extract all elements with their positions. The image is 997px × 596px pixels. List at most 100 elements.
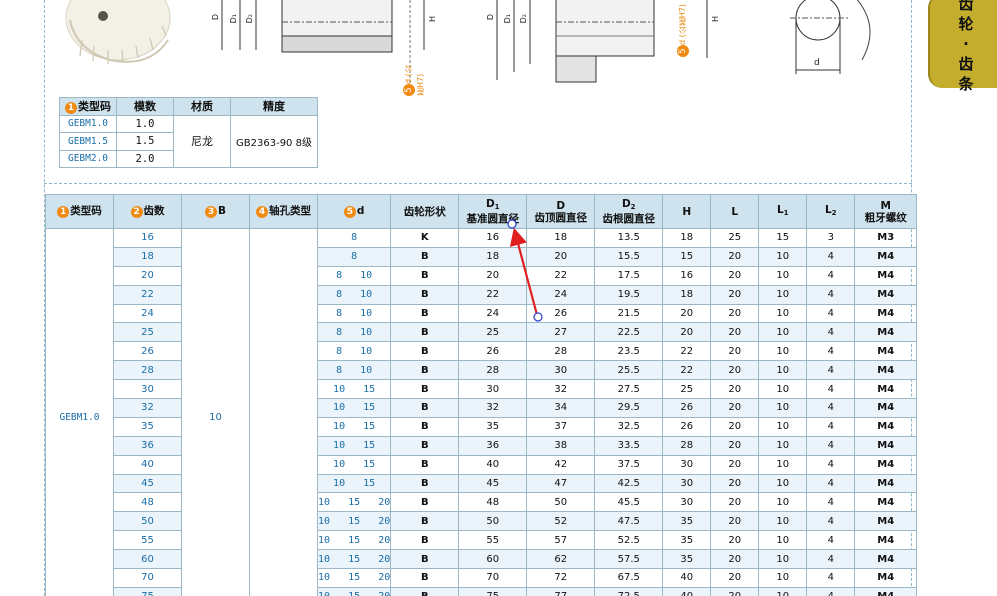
side-tab-label: 齿轮·齿条 xyxy=(958,0,974,93)
spec-table-row: GEBM1.0 16 10 8 K 16 18 13.5 18 25 15 3 M3 xyxy=(45,228,918,596)
h-cell: 16 xyxy=(662,265,712,286)
l1-cell: 10 xyxy=(758,398,808,418)
m-cell: M4 xyxy=(854,530,918,551)
h-cell: 20 xyxy=(662,303,712,324)
d-cell: 10 15 20 xyxy=(316,568,392,588)
d2-cell: 45.5 xyxy=(594,492,664,513)
h-cell: 40 xyxy=(662,586,712,596)
teeth-cell: 26 xyxy=(113,341,182,362)
tooth-shape-cell: B xyxy=(390,284,460,305)
l2-cell: 4 xyxy=(806,435,856,456)
h-cell: 30 xyxy=(662,492,712,513)
d2-cell: 47.5 xyxy=(594,511,664,532)
m-cell: M4 xyxy=(854,284,918,305)
d1-cell: 50 xyxy=(458,511,528,532)
d2-cell: 13.5 xyxy=(594,228,664,248)
category-side-tab[interactable]: 齿轮·齿条 xyxy=(928,0,997,93)
l-cell: 20 xyxy=(710,379,760,400)
d1-cell: 20 xyxy=(458,265,528,286)
h-cell: 25 xyxy=(662,379,712,400)
l-cell: 20 xyxy=(710,549,760,570)
d2-cell: 15.5 xyxy=(594,246,664,267)
spec-table-row: 25 8 10 B 25 27 22.5 20 20 10 4 M4 xyxy=(46,322,918,343)
spec-table-row: 28 8 10 B 28 30 25.5 22 20 10 4 M4 xyxy=(46,360,918,381)
d-cell: 8 10 xyxy=(316,322,392,343)
d2-cell: 23.5 xyxy=(594,341,664,362)
l2-cell: 4 xyxy=(806,586,856,596)
d1-cell: 35 xyxy=(458,416,528,437)
teeth-cell: 50 xyxy=(113,511,182,532)
l2-cell: 4 xyxy=(806,360,856,381)
m-cell: M4 xyxy=(854,511,918,532)
l-cell: 20 xyxy=(710,322,760,343)
spec-table-row: 36 10 15 B 36 38 33.5 28 20 10 4 M4 xyxy=(46,435,918,456)
l1-cell: 10 xyxy=(758,586,808,596)
callout-2-icon: 2 xyxy=(130,206,143,218)
d1-cell: 36 xyxy=(458,435,528,456)
d-cell: 10 15 20 xyxy=(316,549,392,570)
teeth-cell: 70 xyxy=(113,568,182,588)
d-cell: 10 15 xyxy=(316,473,392,494)
D-cell: 77 xyxy=(526,586,596,596)
spec-table-row: 40 10 15 B 40 42 37.5 30 20 10 4 M4 xyxy=(46,454,918,475)
callout-1-icon: 1 xyxy=(65,102,77,115)
l2-cell: 4 xyxy=(806,511,856,532)
teeth-cell: 25 xyxy=(113,322,182,343)
d2-cell: 32.5 xyxy=(594,416,664,437)
h-cell: 40 xyxy=(662,568,712,588)
d-cell: 10 15 20 xyxy=(316,530,392,551)
col-d2: D2 齿根圆直径 xyxy=(594,194,664,229)
d2-cell: 52.5 xyxy=(594,530,664,551)
mat-module-cell: 2.0 xyxy=(116,149,174,168)
dim-label-D1-1: D₁ xyxy=(229,14,238,24)
m-cell: M4 xyxy=(854,586,918,596)
m-cell: M4 xyxy=(854,265,918,286)
h-cell: 22 xyxy=(662,360,712,381)
d1-cell: 16 xyxy=(458,228,528,248)
d-cell: 8 10 xyxy=(316,303,392,324)
spec-table-row: 20 8 10 B 20 22 17.5 16 20 10 4 M4 xyxy=(46,265,918,286)
callout-5-icon: 5 xyxy=(343,206,356,218)
spec-table-row: 26 8 10 B 26 28 23.5 22 20 10 4 M4 xyxy=(46,341,918,362)
col-teeth: 2 齿数 xyxy=(113,194,182,229)
l2-cell: 4 xyxy=(806,398,856,418)
m-cell: M4 xyxy=(854,568,918,588)
l2-cell: 4 xyxy=(806,416,856,437)
l2-cell: 4 xyxy=(806,341,856,362)
spec-table-row: 7510 15 20B757772.54020104M4 xyxy=(46,586,918,596)
spec-table-row: 50 10 15 20 B 50 52 47.5 35 20 10 4 M4 xyxy=(46,511,918,532)
l1-cell: 10 xyxy=(758,549,808,570)
l-cell: 20 xyxy=(710,246,760,267)
teeth-cell: 36 xyxy=(113,435,182,456)
d2-cell: 27.5 xyxy=(594,379,664,400)
dim-label-D1-2: D₁ xyxy=(503,14,512,24)
material-table-header: 1 类型码 模数 材质 精度 xyxy=(59,97,318,116)
D-cell: 27 xyxy=(526,322,596,343)
h-cell: 20 xyxy=(662,322,712,343)
teeth-cell: 32 xyxy=(113,398,182,418)
h-cell: 18 xyxy=(662,284,712,305)
spec-table-row: 55 10 15 20 B 55 57 52.5 35 20 10 4 M4 xyxy=(46,530,918,551)
dim-label-D2-1: D₂ xyxy=(245,14,254,24)
D-cell: 26 xyxy=(526,303,596,324)
m-cell: M4 xyxy=(854,322,918,343)
h-cell: 18 xyxy=(662,228,712,248)
teeth-cell: 45 xyxy=(113,473,182,494)
teeth-cell: 48 xyxy=(113,492,182,513)
mat-material-cell: 尼龙 xyxy=(173,114,231,168)
d-cell: 10 15 20 xyxy=(316,511,392,532)
bore-type-cell xyxy=(249,228,318,596)
D-cell: 62 xyxy=(526,549,596,570)
d1-cell: 45 xyxy=(458,473,528,494)
spec-table-row: 30 10 15 B 30 32 27.5 25 20 10 4 M4 xyxy=(46,379,918,400)
d1-cell: 48 xyxy=(458,492,528,513)
l-cell: 20 xyxy=(710,568,760,588)
m-cell: M4 xyxy=(854,416,918,437)
d2-cell: 33.5 xyxy=(594,435,664,456)
col-D: D 齿顶圆直径 xyxy=(526,194,596,229)
D-cell: 57 xyxy=(526,530,596,551)
d1-cell: 60 xyxy=(458,549,528,570)
dim-label-H-1: H xyxy=(428,16,437,23)
d2-cell: 67.5 xyxy=(594,568,664,588)
tooth-shape-cell: B xyxy=(390,379,460,400)
